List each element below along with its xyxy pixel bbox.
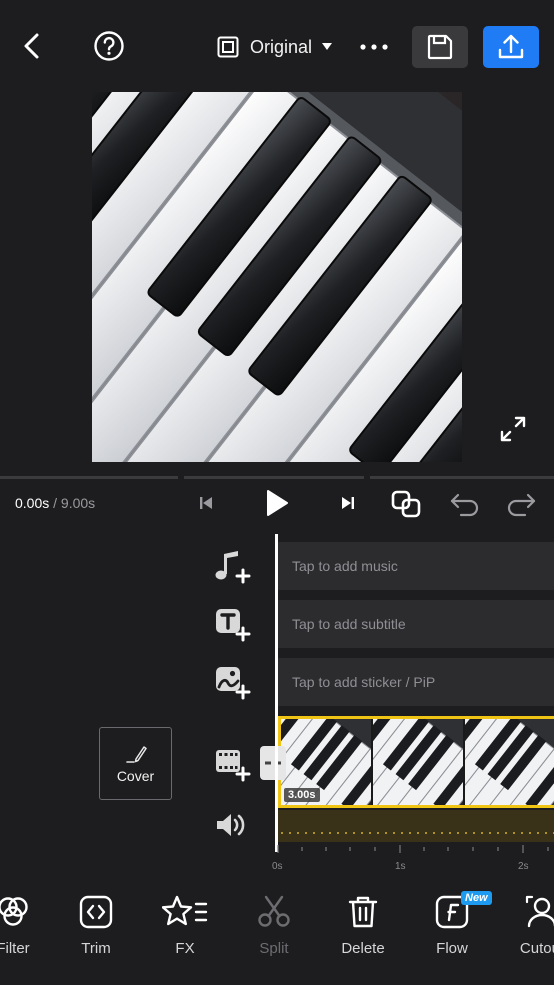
clip-thumbnail — [373, 719, 465, 805]
original-audio-row[interactable] — [278, 810, 554, 842]
tool-flow-label: Flow — [436, 940, 468, 957]
clip-duration-badge: 3.00s — [284, 788, 320, 802]
floppy-disk-icon — [427, 34, 453, 60]
tool-trim[interactable]: Trim — [56, 894, 136, 957]
bottom-toolbar: Filter Trim FX Split Delete Flow New Cut… — [0, 882, 554, 985]
more-button[interactable] — [356, 30, 392, 64]
tool-split-label: Split — [259, 940, 289, 957]
playhead[interactable] — [275, 534, 278, 852]
pencil-icon — [125, 745, 147, 763]
playback-progress-track[interactable] — [0, 476, 178, 479]
subtitle-track-row[interactable]: Tap to add subtitle — [278, 600, 554, 648]
piano-thumb-image — [465, 719, 554, 805]
cover-button[interactable]: Cover — [99, 727, 172, 800]
aspect-ratio-selector[interactable]: Original — [216, 30, 333, 64]
play-button[interactable] — [260, 485, 294, 521]
sticker-add-icon — [216, 667, 251, 700]
question-circle-icon — [94, 31, 124, 61]
help-button[interactable] — [91, 28, 127, 64]
top-bar: Original — [0, 0, 554, 92]
more-horizontal-icon — [360, 44, 388, 50]
add-music-button[interactable] — [210, 546, 254, 586]
skip-start-icon — [200, 497, 212, 509]
trash-icon — [348, 896, 378, 928]
tool-fx-label: FX — [175, 940, 195, 957]
redo-icon — [507, 493, 536, 517]
film-add-icon — [216, 750, 251, 782]
aspect-ratio-label: Original — [250, 36, 313, 57]
tool-cutout-label: Cutout — [519, 940, 554, 957]
music-track-hint: Tap to add music — [292, 558, 398, 574]
tool-fx[interactable]: FX — [145, 894, 225, 957]
scissors-icon — [258, 895, 290, 927]
text-add-icon — [216, 609, 251, 642]
add-video-button[interactable] — [210, 744, 254, 784]
piano-thumb-image — [373, 719, 463, 805]
save-button[interactable] — [412, 26, 468, 68]
current-time: 0.00s — [15, 495, 50, 511]
tool-delete-label: Delete — [341, 940, 385, 957]
subtitle-track-hint: Tap to add subtitle — [292, 616, 406, 632]
music-add-icon — [215, 551, 251, 584]
undo-button[interactable] — [446, 488, 484, 520]
cutout-person-icon — [525, 895, 554, 928]
export-button[interactable] — [483, 26, 539, 68]
ruler-label-1: 1s — [395, 861, 406, 872]
back-button[interactable] — [14, 28, 50, 64]
music-track-row[interactable]: Tap to add music — [278, 542, 554, 590]
tool-delete[interactable]: Delete — [323, 894, 403, 957]
cover-label: Cover — [116, 767, 155, 784]
clip-thumbnail — [465, 719, 554, 805]
grip-icon — [265, 761, 281, 765]
skip-to-start-button[interactable] — [194, 490, 218, 516]
undo-icon — [450, 493, 479, 517]
clip-trim-handle[interactable] — [260, 746, 286, 780]
tool-split: Split — [234, 894, 314, 957]
piano-keys-image — [92, 92, 462, 462]
skip-to-end-button[interactable] — [336, 490, 360, 516]
chevron-left-icon — [24, 33, 39, 59]
add-sticker-button[interactable] — [210, 662, 254, 702]
triangle-down-icon — [322, 43, 333, 50]
keyframe-button[interactable] — [386, 487, 426, 521]
tool-filter[interactable]: Filter — [0, 894, 53, 957]
audio-waveform-dots — [278, 832, 554, 834]
playback-progress-track-3 — [370, 476, 554, 479]
video-preview-frame[interactable] — [92, 92, 462, 462]
time-display: 0.00s / 9.00s — [15, 495, 95, 511]
add-subtitle-button[interactable] — [210, 604, 254, 644]
new-badge: New — [461, 891, 492, 905]
sticker-track-hint: Tap to add sticker / PiP — [292, 674, 436, 690]
filter-icon — [0, 897, 28, 926]
aspect-ratio-icon — [217, 36, 239, 58]
trim-icon — [79, 895, 113, 929]
ruler-label-0: 0s — [272, 861, 283, 872]
timeline-ruler — [277, 845, 549, 853]
play-icon — [267, 490, 288, 516]
fullscreen-button[interactable] — [494, 410, 532, 448]
tool-trim-label: Trim — [81, 940, 111, 957]
upload-icon — [498, 34, 524, 59]
fx-star-icon — [162, 895, 208, 926]
overlap-squares-icon — [391, 490, 421, 518]
tool-filter-label: Filter — [0, 940, 30, 957]
redo-button[interactable] — [502, 488, 540, 520]
sticker-track-row[interactable]: Tap to add sticker / PiP — [278, 658, 554, 706]
ruler-label-2: 2s — [518, 861, 529, 872]
speaker-icon — [217, 814, 245, 836]
total-time: / 9.00s — [49, 495, 96, 511]
skip-end-icon — [342, 497, 354, 509]
expand-icon — [500, 416, 526, 442]
playback-progress-track-2 — [184, 476, 364, 479]
mute-button[interactable] — [210, 808, 250, 842]
tool-cutout[interactable]: Cutout — [502, 894, 554, 957]
